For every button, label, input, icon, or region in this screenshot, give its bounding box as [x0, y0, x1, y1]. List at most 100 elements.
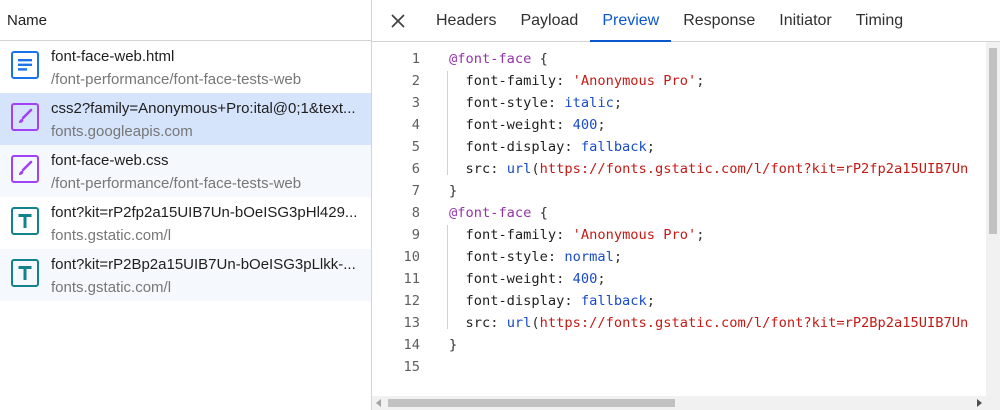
- code-text: src: url(https://fonts.gstatic.com/l/fon…: [420, 161, 968, 177]
- code-token: @font-face: [449, 51, 532, 67]
- code-text: font-display: fallback;: [420, 293, 655, 309]
- code-line: 6 src: url(https://fonts.gstatic.com/l/f…: [372, 158, 986, 180]
- code-token: font-style: [449, 249, 548, 265]
- code-token: src: [449, 161, 491, 177]
- code-text: font-weight: 400;: [420, 271, 606, 287]
- tab-preview[interactable]: Preview: [590, 0, 672, 42]
- request-path: fonts.googleapis.com: [51, 123, 193, 140]
- code-line: 9 font-family: 'Anonymous Pro';: [372, 224, 986, 246]
- code-line: 5 font-display: fallback;: [372, 136, 986, 158]
- code-token: url: [506, 161, 532, 177]
- code-token: url: [506, 315, 532, 331]
- code-token: :: [490, 315, 507, 331]
- line-number: 10: [403, 249, 420, 265]
- code-token: font-family: [449, 227, 557, 243]
- line-number: 7: [411, 183, 420, 199]
- code-token: 'Anonymous Pro': [572, 73, 697, 89]
- code-token: font-style: [449, 95, 548, 111]
- code-text: @font-face {: [420, 205, 548, 221]
- request-list: font-face-web.html /font-performance/fon…: [0, 41, 371, 301]
- tab-response[interactable]: Response: [671, 0, 767, 41]
- line-number: 1: [411, 51, 420, 67]
- code-lines: 1 @font-face {2 font-family: 'Anonymous P…: [372, 43, 986, 378]
- request-name: font?kit=rP2Bp2a15UIB7Un-bOeISG3pLlkk-..…: [51, 256, 356, 273]
- code-token: ;: [646, 139, 656, 155]
- request-row-font-face-web-html[interactable]: font-face-web.html /font-performance/fon…: [0, 41, 371, 93]
- name-column-label: Name: [7, 11, 48, 29]
- code-token: ;: [696, 227, 705, 243]
- tab-headers[interactable]: Headers: [424, 0, 508, 41]
- close-icon: [391, 14, 405, 27]
- code-text: font-weight: 400;: [420, 117, 606, 133]
- code-token: fallback: [580, 293, 647, 309]
- code-text: }: [420, 337, 457, 353]
- font-icon: [11, 259, 39, 287]
- request-path: fonts.gstatic.com/l: [51, 279, 172, 296]
- code-token: @font-face: [449, 205, 532, 221]
- code-token: (: [531, 161, 540, 177]
- code-token: {: [531, 205, 548, 221]
- code-token: fallback: [580, 139, 647, 155]
- vertical-scrollbar[interactable]: [986, 42, 1000, 410]
- code-token: font-weight: [449, 117, 557, 133]
- name-column-header[interactable]: Name: [0, 0, 371, 41]
- code-line: 10 font-style: normal;: [372, 246, 986, 268]
- tab-payload[interactable]: Payload: [508, 0, 590, 41]
- line-number: 6: [411, 161, 420, 177]
- request-row-font-kit-2[interactable]: font?kit=rP2Bp2a15UIB7Un-bOeISG3pLlkk-..…: [0, 249, 371, 301]
- request-row-css2[interactable]: css2?family=Anonymous+Pro:ital@0;1&text.…: [0, 93, 371, 145]
- vertical-scroll-thumb[interactable]: [989, 48, 997, 234]
- code-token: :: [556, 227, 573, 243]
- code-token: }: [449, 337, 458, 353]
- code-text: }: [420, 183, 457, 199]
- stylesheet-icon: [11, 103, 39, 131]
- request-details-pane: Headers Payload Preview Response Initiat…: [372, 0, 1000, 410]
- code-token: 'Anonymous Pro': [572, 227, 697, 243]
- code-line: 4 font-weight: 400;: [372, 114, 986, 136]
- code-line: 3 font-style: italic;: [372, 92, 986, 114]
- request-row-font-kit-1[interactable]: font?kit=rP2fp2a15UIB7Un-bOeISG3pHl429..…: [0, 197, 371, 249]
- line-number: 5: [411, 139, 420, 155]
- code-line: 1 @font-face {: [372, 48, 986, 70]
- tab-initiator[interactable]: Initiator: [767, 0, 843, 41]
- code-token: ;: [597, 117, 606, 133]
- font-icon: [11, 207, 39, 235]
- code-line: 7}: [372, 180, 986, 202]
- code-token: ;: [597, 271, 606, 287]
- code-token: font-display: [449, 139, 565, 155]
- code-token: :: [564, 293, 581, 309]
- line-number: 4: [411, 117, 420, 133]
- code-text: font-style: normal;: [420, 249, 622, 265]
- request-name: font?kit=rP2fp2a15UIB7Un-bOeISG3pHl429..…: [51, 204, 358, 221]
- code-text: src: url(https://fonts.gstatic.com/l/fon…: [420, 315, 968, 331]
- request-path: /font-performance/font-face-tests-web: [51, 71, 302, 88]
- line-number: 8: [411, 205, 420, 221]
- code-line: 12 font-display: fallback;: [372, 290, 986, 312]
- line-number: 11: [403, 271, 420, 287]
- line-number: 2: [411, 73, 420, 89]
- request-name: font-face-web.html: [51, 48, 175, 65]
- code-token: }: [449, 183, 458, 199]
- code-token: 400: [572, 117, 598, 133]
- code-token: :: [556, 271, 573, 287]
- request-name: css2?family=Anonymous+Pro:ital@0;1&text.…: [51, 100, 356, 117]
- code-token: italic: [564, 95, 614, 111]
- code-line: 8 @font-face {: [372, 202, 986, 224]
- code-token: :: [490, 161, 507, 177]
- code-token: (: [531, 315, 540, 331]
- scroll-left-arrow-icon[interactable]: [375, 399, 383, 407]
- request-row-font-face-web-css[interactable]: font-face-web.css /font-performance/font…: [0, 145, 371, 197]
- tab-timing[interactable]: Timing: [844, 0, 915, 41]
- horizontal-scroll-thumb[interactable]: [388, 399, 675, 407]
- code-line: 13 src: url(https://fonts.gstatic.com/l/…: [372, 312, 986, 334]
- line-number: 15: [403, 359, 420, 375]
- code-token: {: [531, 51, 548, 67]
- request-path: fonts.gstatic.com/l: [51, 227, 172, 244]
- code-token: normal: [564, 249, 614, 265]
- horizontal-scrollbar[interactable]: [372, 396, 986, 410]
- scroll-right-arrow-icon[interactable]: [975, 399, 983, 407]
- preview-code-view[interactable]: 1 @font-face {2 font-family: 'Anonymous P…: [372, 43, 986, 396]
- line-number: 3: [411, 95, 420, 111]
- close-details-button[interactable]: [372, 0, 424, 41]
- line-number: 14: [403, 337, 420, 353]
